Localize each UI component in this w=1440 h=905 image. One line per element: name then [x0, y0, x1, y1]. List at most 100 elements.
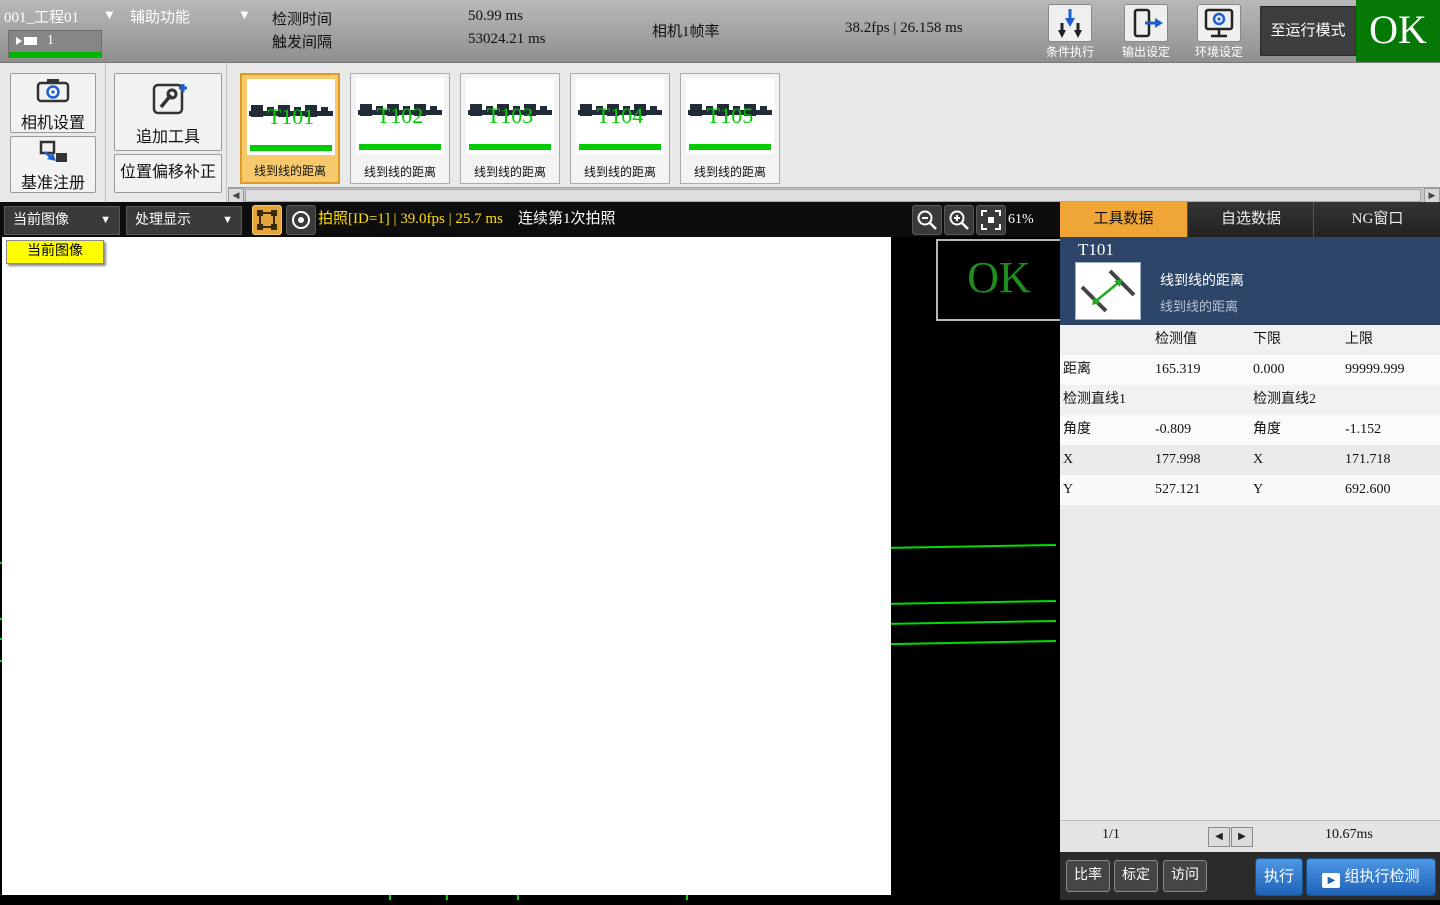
condition-execute-label: 条件执行: [1043, 43, 1097, 60]
camera-fps-label: 相机1帧率: [652, 20, 720, 41]
output-settings-label: 输出设定: [1119, 43, 1173, 60]
process-time: 10.67ms: [1325, 827, 1373, 843]
tool-id: T101: [1078, 240, 1114, 260]
tool-workspace: 相机设置 基准注册 追加工具 位置偏移补正 T101: [0, 62, 1440, 203]
tool-thumb-id: T104: [597, 103, 643, 128]
project-dropdown-icon[interactable]: ▼: [103, 7, 116, 23]
group-execute-button[interactable]: ▶ 组执行检测: [1306, 858, 1436, 896]
tool-thumb-image: T103: [466, 78, 554, 154]
play-icon: ▶: [1322, 873, 1340, 888]
tool-name-label: 线到线的距离: [1160, 296, 1238, 315]
tool-thumb-t102[interactable]: T102 线到线的距离: [350, 73, 450, 184]
add-tool-button[interactable]: 追加工具: [114, 73, 222, 151]
y2-label: Y: [1253, 475, 1263, 505]
tool-header: T101 线到线的距离 线到线的距离: [1060, 237, 1440, 325]
tool-thumb-label: 线到线的距离: [351, 163, 449, 180]
aux-dropdown-icon[interactable]: ▼: [238, 7, 251, 23]
angle1-label: 角度: [1063, 415, 1091, 445]
tool-thumb-image: T104: [576, 78, 664, 154]
result-badge: OK: [936, 239, 1062, 321]
distance-value: 165.319: [1155, 355, 1201, 385]
zoom-level: 61%: [1008, 202, 1034, 237]
table-row-angle: 角度 -0.809 角度 -1.152: [1060, 415, 1440, 445]
tab-tool-data[interactable]: 工具数据: [1060, 202, 1187, 237]
condition-execute-button[interactable]: 条件执行: [1043, 4, 1097, 60]
line2-header: 检测直线2: [1253, 385, 1316, 415]
tool-data-panel: T101 线到线的距离 线到线的距离 检测值 下限 上限 距离 165.319 …: [1060, 237, 1440, 900]
line1-header: 检测直线1: [1063, 385, 1126, 415]
distance-lower: 0.000: [1253, 355, 1285, 385]
detect-time-label: 检测时间: [272, 8, 332, 29]
position-offset-button[interactable]: 位置偏移补正: [114, 154, 222, 193]
run-mode-button[interactable]: 至运行模式: [1260, 6, 1356, 56]
environment-settings-label: 环境设定: [1192, 43, 1246, 60]
tool-thumb-image: T105: [686, 78, 774, 154]
scroll-left-button[interactable]: ◀: [228, 188, 244, 203]
zoom-out-button[interactable]: [912, 205, 942, 235]
table-header-row: 检测值 下限 上限: [1060, 325, 1440, 355]
table-row-y: Y 527.121 Y 692.600: [1060, 475, 1440, 505]
camera-tab[interactable]: 1: [8, 30, 102, 58]
tool-strip-scrollbar[interactable]: ◀ ▶: [228, 187, 1440, 203]
image-viewer[interactable]: 1 2 1 1 1 2 1 2 当前图像 OK: [0, 237, 1060, 900]
tool-thumb-id: T105: [707, 103, 753, 128]
global-status-badge: OK: [1356, 0, 1440, 62]
angle2-value: -1.152: [1345, 415, 1381, 445]
tab-ng-window[interactable]: NG窗口: [1313, 202, 1440, 237]
page-next-button[interactable]: ▶: [1231, 827, 1253, 847]
camera-tab-indicator: [9, 52, 101, 57]
tool-thumb-label: 线到线的距离: [681, 163, 779, 180]
tool-thumb-t104[interactable]: T104 线到线的距离: [570, 73, 670, 184]
camera-icon: [15, 34, 41, 48]
zoom-in-button[interactable]: [944, 205, 974, 235]
add-tool-label: 追加工具: [115, 123, 221, 147]
tab-custom-data[interactable]: 自选数据: [1187, 202, 1314, 237]
tool-thumb-t105[interactable]: T105 线到线的距离: [680, 73, 780, 184]
y2-value: 692.600: [1345, 475, 1391, 505]
calibrate-button[interactable]: 标定: [1114, 860, 1158, 892]
scrollbar-thumb[interactable]: [245, 189, 1421, 202]
camera-image[interactable]: [2, 237, 891, 895]
image-source-dropdown[interactable]: 当前图像 ▼: [4, 206, 120, 235]
table-row-distance: 距离 165.319 0.000 99999.999: [1060, 355, 1440, 385]
angle1-value: -0.809: [1155, 415, 1191, 445]
capture-status: 连续第1次拍照: [518, 202, 616, 237]
zoom-fit-button[interactable]: [976, 205, 1006, 235]
tool-thumb-image: T101: [247, 79, 335, 155]
access-button[interactable]: 访问: [1163, 860, 1207, 892]
ratio-button[interactable]: 比率: [1066, 860, 1110, 892]
display-mode-dropdown[interactable]: 处理显示 ▼: [126, 206, 242, 235]
y1-value: 527.121: [1155, 475, 1201, 505]
panel-tab-bar: 工具数据 自选数据 NG窗口: [1060, 202, 1440, 237]
execute-button[interactable]: 执行: [1255, 858, 1303, 896]
zoom-out-icon: [913, 206, 941, 234]
roi-select-button[interactable]: [252, 205, 282, 235]
page-prev-button[interactable]: ◀: [1208, 827, 1230, 847]
project-selector[interactable]: 001_工程01: [4, 6, 79, 27]
capture-info: 拍照[ID=1] | 39.0fps | 25.7 ms: [318, 202, 503, 237]
camera-gear-icon: [33, 78, 73, 104]
x2-label: X: [1253, 445, 1263, 475]
reference-register-button[interactable]: 基准注册: [10, 136, 96, 193]
camera-tab-number: 1: [47, 33, 54, 49]
group-execute-label: 组执行检测: [1344, 869, 1419, 885]
camera-setup-button[interactable]: 相机设置: [10, 73, 96, 133]
tool-thumb-t101[interactable]: T101 线到线的距离: [240, 73, 340, 184]
tool-thumb-image: T102: [356, 78, 444, 154]
divider: [226, 63, 227, 203]
table-row-line-headers: 检测直线1 检测直线2: [1060, 385, 1440, 415]
aux-menu[interactable]: 辅助功能: [130, 6, 190, 27]
environment-settings-button[interactable]: 环境设定: [1192, 4, 1246, 60]
scroll-right-button[interactable]: ▶: [1424, 188, 1440, 203]
panel-action-bar: 比率 标定 访问 执行 ▶ 组执行检测: [1060, 852, 1440, 900]
tool-thumb-id: T102: [377, 103, 423, 128]
capture-button[interactable]: [286, 205, 316, 235]
output-settings-button[interactable]: 输出设定: [1119, 4, 1173, 60]
camera-fps-value: 38.2fps | 26.158 ms: [845, 20, 963, 37]
chevron-down-icon: ▼: [222, 207, 233, 234]
tool-thumb-t103[interactable]: T103 线到线的距离: [460, 73, 560, 184]
tool-thumb-id: T103: [487, 103, 533, 128]
angle2-label: 角度: [1253, 415, 1281, 445]
divider: [105, 63, 106, 203]
roi-select-icon: [253, 206, 281, 234]
